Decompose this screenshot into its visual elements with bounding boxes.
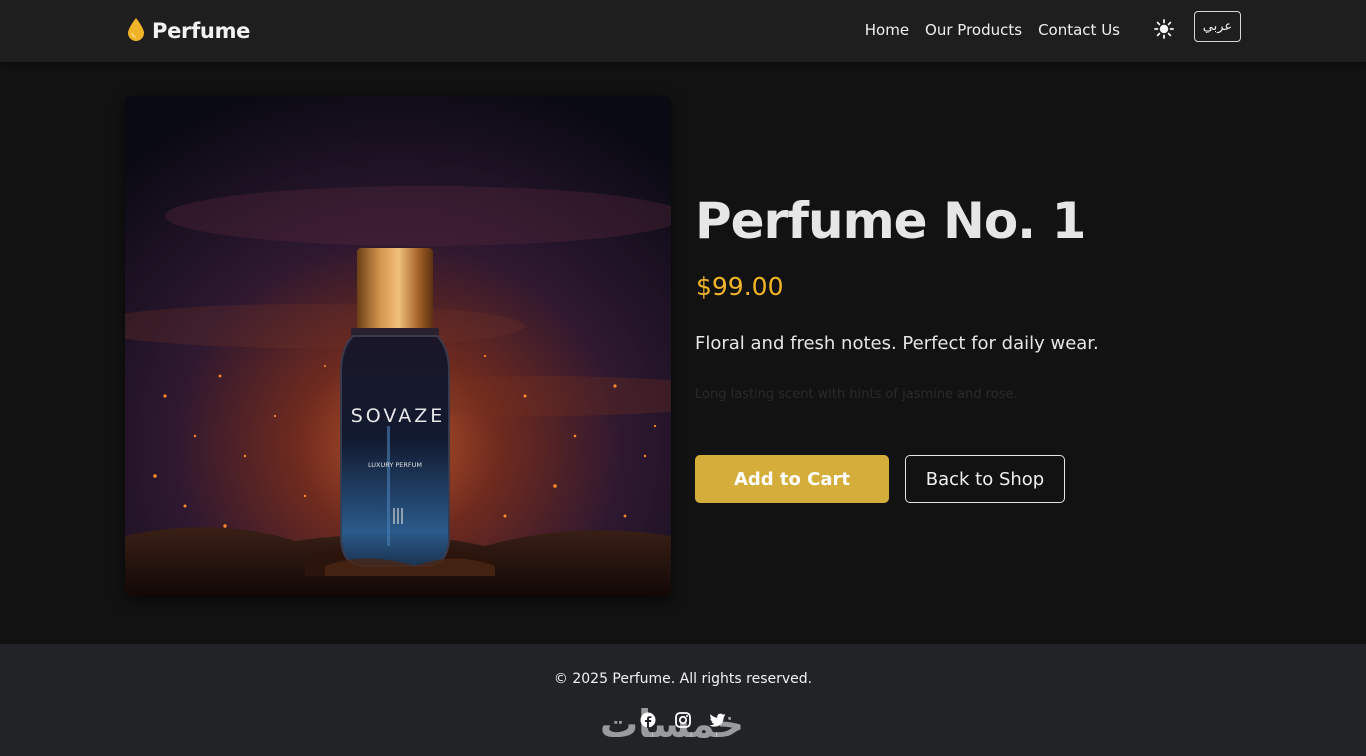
nav-products-link[interactable]: Our Products (925, 21, 1022, 39)
product-price: $99.00 (696, 272, 784, 301)
nav-contact-link[interactable]: Contact Us (1038, 21, 1120, 39)
product-extra-text: Long lasting scent with hints of jasmine… (695, 387, 1018, 402)
bottle-sub-text: LUXURY PERFUM (368, 461, 422, 469)
bottle-brand-text: SOVAZE (351, 405, 445, 427)
instagram-icon[interactable] (674, 711, 691, 728)
brand-link[interactable]: Perfume (126, 16, 250, 46)
product-image: SOVAZE LUXURY PERFUM (125, 96, 671, 596)
back-to-shop-button[interactable]: Back to Shop (905, 455, 1065, 503)
product-description: Floral and fresh notes. Perfect for dail… (695, 333, 1099, 354)
nav-links: Home Our Products Contact Us (865, 21, 1120, 39)
nav-home-link[interactable]: Home (865, 21, 909, 39)
footer: © 2025 Perfume. All rights reserved. خمس… (0, 644, 1366, 756)
product-title: Perfume No. 1 (695, 192, 1086, 250)
sun-icon (1154, 19, 1174, 43)
navbar: Perfume Home Our Products Contact Us عرب… (0, 0, 1366, 62)
add-to-cart-button[interactable]: Add to Cart (695, 455, 889, 503)
facebook-icon[interactable] (639, 711, 656, 728)
brand-name: Perfume (152, 19, 251, 43)
social-links (639, 711, 726, 728)
theme-toggle-button[interactable] (1153, 19, 1175, 43)
language-toggle-button[interactable]: عربي (1194, 11, 1241, 42)
copyright-text: © 2025 Perfume. All rights reserved. (553, 671, 813, 687)
drop-icon (126, 17, 146, 45)
twitter-icon[interactable] (709, 711, 726, 728)
